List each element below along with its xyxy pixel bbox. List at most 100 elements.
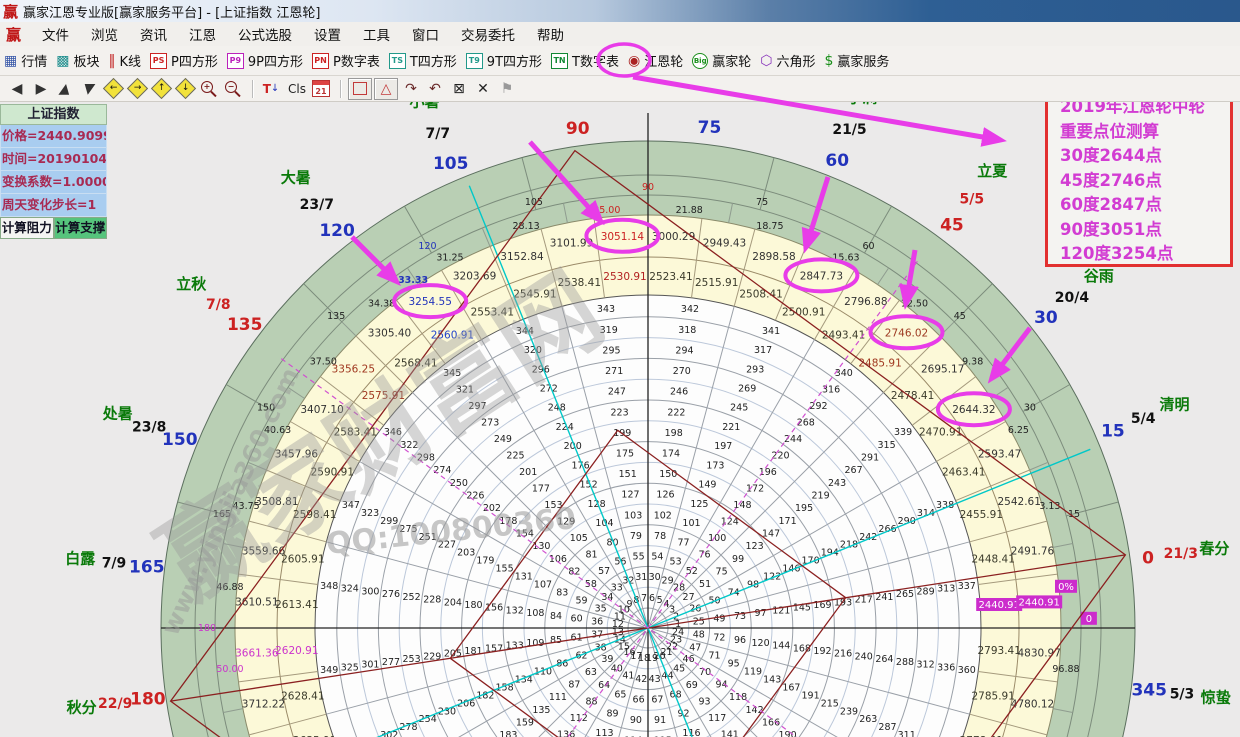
calc-resistance-button[interactable]: 计算阻力 <box>0 217 54 239</box>
toolbar-item-p-table[interactable]: PNP数字表 <box>312 51 380 70</box>
drawing-toolbar: ◀ ▶ ▲ ▼ ← → ↑ ↓ + − T↓ Cls 21 △ ↷ ↶ ⊠ ✕ … <box>0 76 1240 102</box>
svg-text:93: 93 <box>698 697 710 708</box>
box-x-icon[interactable]: ⊠ <box>448 79 470 99</box>
toolbar-item-9p-square[interactable]: P99P四方形 <box>227 51 303 70</box>
svg-text:219: 219 <box>812 491 830 502</box>
svg-text:大暑: 大暑 <box>281 168 311 186</box>
diamond-right-icon[interactable]: → <box>126 79 148 99</box>
svg-text:294: 294 <box>675 345 693 356</box>
toolbar-item-label: T四方形 <box>410 51 457 70</box>
toolbar-item-p-square[interactable]: PSP四方形 <box>150 51 218 70</box>
svg-text:315: 315 <box>878 440 896 451</box>
toolbar-item-hexagon[interactable]: ⬡六角形 <box>760 51 815 70</box>
svg-text:2593.47: 2593.47 <box>978 449 1021 461</box>
menu-item-4[interactable]: 公式选股 <box>227 26 303 46</box>
svg-text:220: 220 <box>771 450 789 461</box>
svg-text:196: 196 <box>759 467 777 478</box>
menu-item-8[interactable]: 交易委托 <box>450 26 526 46</box>
menu-item-2[interactable]: 资讯 <box>129 26 178 46</box>
svg-text:144: 144 <box>772 641 790 652</box>
svg-text:349: 349 <box>320 665 338 676</box>
svg-text:70: 70 <box>699 667 711 678</box>
svg-text:135: 135 <box>532 705 550 716</box>
svg-text:3305.40: 3305.40 <box>368 327 411 339</box>
zoom-out-icon[interactable]: − <box>222 79 244 99</box>
note-line-6: 120度3254点 <box>1060 242 1230 267</box>
svg-text:处暑: 处暑 <box>102 405 133 423</box>
toolbar-item-label: T数字表 <box>572 51 619 70</box>
svg-text:180: 180 <box>130 689 166 709</box>
svg-text:0: 0 <box>1142 549 1154 569</box>
toolbar-item-quotes[interactable]: ▦行情 <box>4 51 47 70</box>
svg-text:76: 76 <box>698 549 710 560</box>
index-info-panel: 上证指数 价格=2440.9099时间=20190104变换系数=1.00000… <box>0 104 107 239</box>
diamond-up-icon[interactable]: ↑ <box>150 79 172 99</box>
svg-text:246: 246 <box>670 387 688 398</box>
menu-item-1[interactable]: 浏览 <box>80 26 129 46</box>
svg-text:2628.41: 2628.41 <box>281 691 324 703</box>
svg-text:2644.32: 2644.32 <box>952 404 995 416</box>
diamond-left-icon[interactable]: ← <box>102 79 124 99</box>
rotate-ccw-icon[interactable]: ↶ <box>424 79 446 99</box>
toolbar-item-t-table[interactable]: TNT数字表 <box>551 51 619 70</box>
menu-item-5[interactable]: 设置 <box>303 26 352 46</box>
quotes-icon: ▦ <box>4 54 17 68</box>
square-tool-icon[interactable] <box>348 78 372 100</box>
zoom-in-icon[interactable]: + <box>198 79 220 99</box>
up-marker-icon[interactable]: ▲ <box>52 79 78 99</box>
p-square-icon: PS <box>150 53 167 69</box>
back-icon[interactable]: ◀ <box>6 79 28 99</box>
menu-item-7[interactable]: 窗口 <box>401 26 450 46</box>
toolbar-item-gann-wheel[interactable]: ◉江恩轮 <box>628 51 683 70</box>
board-icon[interactable]: ⚑ <box>496 79 518 99</box>
menu-item-6[interactable]: 工具 <box>352 26 401 46</box>
shrink-icon[interactable]: ✕ <box>472 79 494 99</box>
svg-text:155: 155 <box>496 564 514 575</box>
index-name: 上证指数 <box>0 104 107 125</box>
down-marker-icon[interactable]: ▼ <box>76 79 102 99</box>
svg-text:190: 190 <box>779 730 797 737</box>
svg-text:43: 43 <box>649 674 661 685</box>
svg-text:3712.22: 3712.22 <box>242 699 285 711</box>
svg-text:96: 96 <box>734 635 746 646</box>
toolbar-item-winner-wheel[interactable]: Big赢家轮 <box>692 51 751 70</box>
svg-text:192: 192 <box>813 646 831 657</box>
svg-text:53: 53 <box>670 557 682 568</box>
svg-text:45: 45 <box>940 216 964 236</box>
svg-text:276: 276 <box>382 589 400 600</box>
svg-text:135: 135 <box>327 311 345 322</box>
svg-text:2493.41: 2493.41 <box>822 329 865 341</box>
svg-text:白露: 白露 <box>65 549 96 567</box>
svg-text:29: 29 <box>662 576 674 587</box>
svg-text:149: 149 <box>698 480 716 491</box>
toolbar-item-t-square[interactable]: TST四方形 <box>389 51 457 70</box>
svg-text:95: 95 <box>728 659 740 670</box>
svg-text:101: 101 <box>682 518 700 529</box>
toolbar-item-9t-square[interactable]: T99T四方形 <box>466 51 542 70</box>
toolbar-item-winner-service[interactable]: $赢家服务 <box>824 51 889 70</box>
toolbar-item-kline[interactable]: ‖K线 <box>109 51 142 70</box>
svg-text:201: 201 <box>519 467 537 478</box>
svg-text:2440.91: 2440.91 <box>1019 597 1060 608</box>
time-updown-icon[interactable]: T↓ <box>260 79 282 99</box>
menu-item-3[interactable]: 江恩 <box>178 26 227 46</box>
note-line-3: 45度2746点 <box>1060 169 1230 194</box>
svg-text:45: 45 <box>673 664 685 675</box>
svg-text:49: 49 <box>713 614 725 625</box>
calendar-icon[interactable]: 21 <box>310 79 332 99</box>
svg-text:171: 171 <box>779 516 797 527</box>
rotate-cw-icon[interactable]: ↷ <box>400 79 422 99</box>
menu-item-0[interactable]: 文件 <box>31 26 80 46</box>
svg-text:324: 324 <box>341 584 359 595</box>
calc-support-button[interactable]: 计算支撑 <box>54 217 108 239</box>
diamond-down-icon[interactable]: ↓ <box>174 79 196 99</box>
menu-item-9[interactable]: 帮助 <box>526 26 575 46</box>
cls-button[interactable]: Cls <box>288 82 306 96</box>
svg-text:60: 60 <box>571 614 583 625</box>
svg-text:2949.43: 2949.43 <box>703 238 746 250</box>
triangle-tool-icon[interactable]: △ <box>374 78 398 100</box>
forward-icon[interactable]: ▶ <box>30 79 52 99</box>
svg-text:341: 341 <box>762 326 780 337</box>
toolbar-item-sectors[interactable]: ▩板块 <box>56 51 99 70</box>
svg-text:7: 7 <box>641 593 647 604</box>
